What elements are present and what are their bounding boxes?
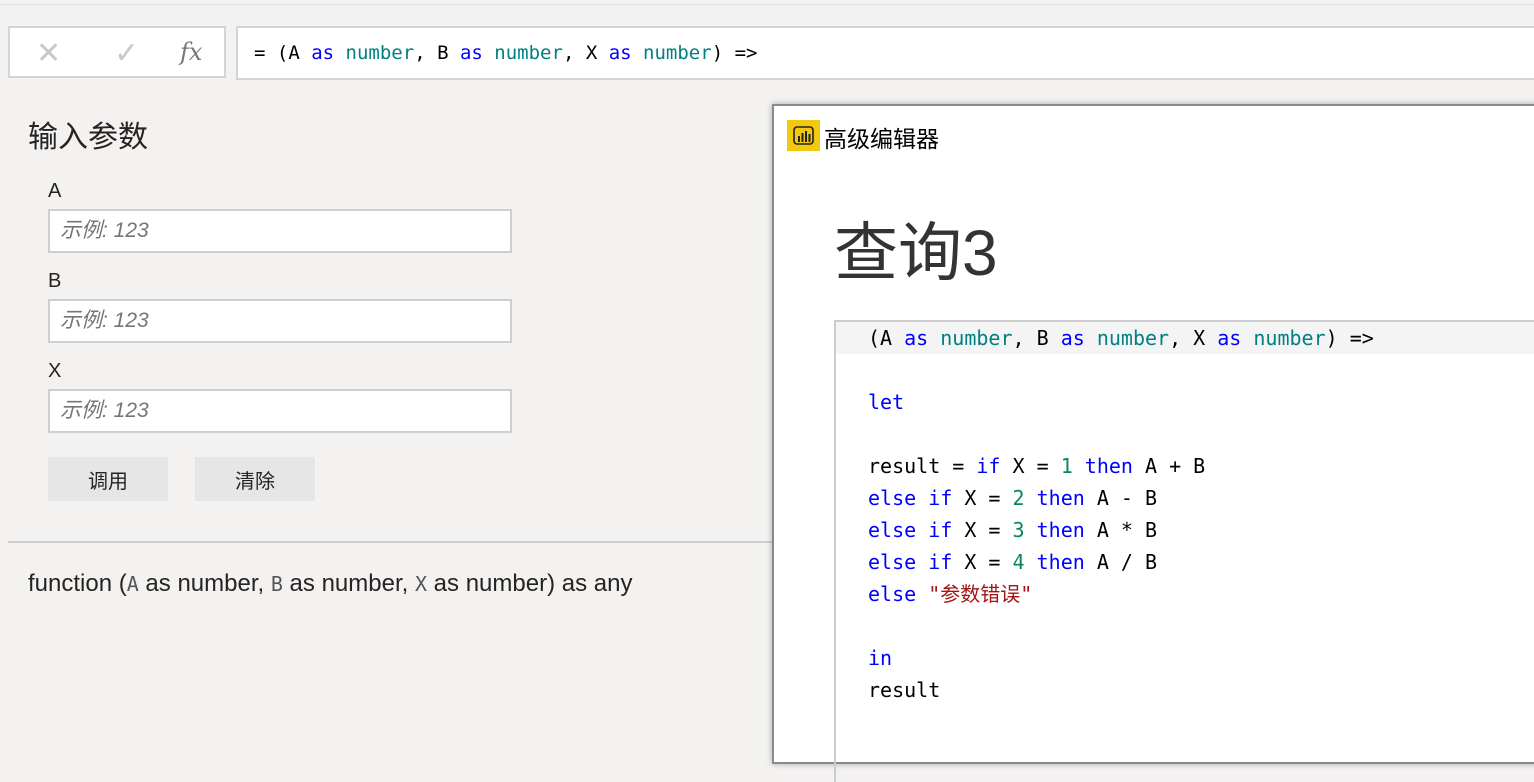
query-name: 查询3 <box>834 217 998 289</box>
code-token: , X <box>1169 326 1218 350</box>
code-token: let <box>868 390 905 414</box>
divider <box>8 541 772 543</box>
fx-icon[interactable]: fx <box>180 38 202 66</box>
code-token: 2 <box>1012 486 1025 510</box>
code-line: else if X = 4 then A / B <box>836 546 1534 578</box>
code-token: result = <box>868 454 977 478</box>
code-line: else if X = 3 then A * B <box>836 514 1534 546</box>
sig-a: A <box>126 572 139 596</box>
code-token: X = <box>952 518 1013 542</box>
code-token: = (A <box>254 42 312 64</box>
param-input-a[interactable] <box>48 209 512 253</box>
code-token: , B <box>414 42 460 64</box>
params-title: 输入参数 <box>28 121 148 154</box>
code-token: then <box>1036 486 1085 510</box>
code-token: "参数错误" <box>928 582 1033 606</box>
code-token: then <box>1036 550 1085 574</box>
code-token: as <box>459 42 483 64</box>
code-token: else if <box>868 550 953 574</box>
clear-button[interactable]: 清除 <box>195 457 315 501</box>
code-token: as <box>1060 326 1085 350</box>
code-token: number <box>494 42 563 64</box>
powerbi-icon <box>787 120 820 151</box>
code-token: (A <box>868 326 905 350</box>
code-token: ) => <box>711 42 758 64</box>
code-line: (A as number, B as number, X as number) … <box>836 322 1534 354</box>
code-token: result <box>868 678 941 702</box>
code-token: number <box>1253 326 1326 350</box>
param-label-a: A <box>48 180 62 202</box>
formula-actions: ✕ ✓ fx <box>8 26 226 78</box>
code-token: as <box>311 42 335 64</box>
code-token: if <box>976 454 1001 478</box>
formula-input[interactable]: = (A as number, B as number, X as number… <box>236 26 1534 80</box>
code-line: result = if X = 1 then A + B <box>836 450 1534 482</box>
code-token: else if <box>868 518 953 542</box>
code-token: number <box>345 42 415 64</box>
param-input-b[interactable] <box>48 299 512 343</box>
sig-x: X <box>414 572 428 596</box>
param-label-b: B <box>48 270 62 292</box>
code-token: as <box>1217 326 1242 350</box>
commit-icon[interactable]: ✓ <box>114 36 139 71</box>
function-signature: function (A as number, B as number, X as… <box>28 570 632 598</box>
code-token: then <box>1036 518 1085 542</box>
code-token: in <box>868 646 893 670</box>
sig-text: as number) as any <box>427 570 633 597</box>
code-token: X = <box>952 486 1013 510</box>
code-token: number <box>940 326 1013 350</box>
code-token: , B <box>1012 326 1061 350</box>
code-token: 4 <box>1012 550 1025 574</box>
dialog-title: 高级编辑器 <box>824 126 939 152</box>
code-token: then <box>1084 454 1133 478</box>
code-token: as <box>608 42 632 64</box>
code-line: result <box>836 674 1534 706</box>
code-token: A * B <box>1084 518 1158 542</box>
code-line: in <box>836 642 1534 674</box>
code-line: else "参数错误" <box>836 578 1534 610</box>
code-token: X = <box>1000 454 1061 478</box>
sig-text: as number, <box>282 570 415 597</box>
sig-text: function ( <box>28 570 127 597</box>
code-token: A - B <box>1084 486 1158 510</box>
advanced-editor-dialog: 高级编辑器 查询3 (A as number, B as number, X a… <box>772 104 1534 782</box>
code-token: as <box>904 326 929 350</box>
code-line: let <box>836 386 1534 418</box>
code-token: 3 <box>1012 518 1025 542</box>
code-token: X = <box>952 550 1013 574</box>
code-token: A / B <box>1084 550 1158 574</box>
param-input-x[interactable] <box>48 389 512 433</box>
sig-text: as number, <box>138 570 271 597</box>
param-label-x: X <box>48 360 62 382</box>
invoke-button[interactable]: 调用 <box>48 457 168 501</box>
code-token: A + B <box>1132 454 1206 478</box>
code-line: else if X = 2 then A - B <box>836 482 1534 514</box>
cancel-icon[interactable]: ✕ <box>36 36 61 71</box>
code-token: ) => <box>1325 326 1374 350</box>
code-token: 1 <box>1060 454 1073 478</box>
code-editor[interactable]: (A as number, B as number, X as number) … <box>834 320 1534 782</box>
code-token: number <box>643 42 712 64</box>
code-token: else <box>868 582 917 606</box>
code-token: number <box>1096 326 1170 350</box>
top-divider <box>0 4 1534 5</box>
sig-b: B <box>270 572 283 596</box>
code-token: else if <box>868 486 953 510</box>
code-token: , X <box>562 42 609 64</box>
